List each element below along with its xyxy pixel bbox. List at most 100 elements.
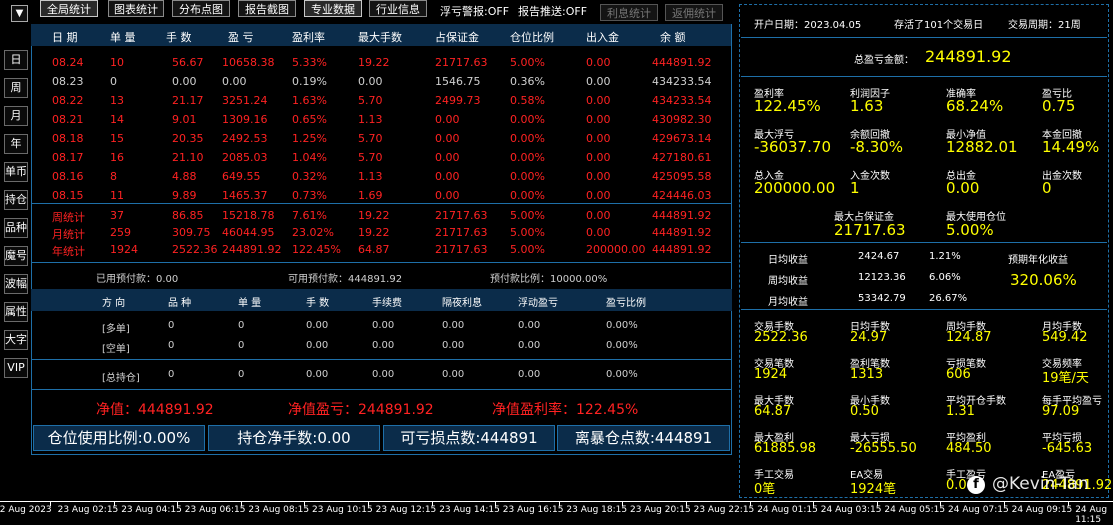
summary-cell: 200000.00 [586, 243, 646, 256]
divider [31, 262, 732, 263]
report-push-toggle[interactable]: 报告推送:OFF [518, 3, 587, 19]
table-cell: 444891.92 [652, 56, 712, 69]
summary-cell: 21717.63 [435, 209, 488, 222]
rebate-stats-button[interactable]: 返佣统计 [665, 4, 723, 21]
time-axis-label: 24 Aug 05:15 [884, 505, 946, 515]
table-cell: 1309.16 [222, 113, 268, 126]
table-cell: 19.22 [358, 56, 390, 69]
col-header-pnl: 盈 亏 [228, 31, 254, 44]
positions-cell: 0.00 [518, 369, 541, 380]
time-axis-tick [495, 502, 497, 506]
table-cell: 0.00 [586, 170, 611, 183]
summary-cell: 46044.95 [222, 226, 275, 239]
industry-info-button[interactable]: 行业信息 [369, 0, 427, 17]
summary-cell: 444891.92 [652, 209, 712, 222]
summary-cell: 月统计 [52, 228, 85, 241]
dropdown-button[interactable]: ▼ [11, 5, 28, 22]
table-cell: 1.13 [358, 113, 383, 126]
table-cell: 649.55 [222, 170, 261, 183]
table-cell: 08.17 [52, 151, 84, 164]
max-margin-value: 21717.63 [834, 221, 906, 239]
report-screenshot-button[interactable]: 报告截图 [238, 0, 296, 17]
divider [741, 242, 1107, 243]
table-cell: 424446.03 [652, 189, 712, 202]
time-axis-label: 24 Aug 03:15 [820, 505, 882, 515]
stat-value: 97.09 [1042, 404, 1080, 419]
distribution-chart-button[interactable]: 分布点图 [172, 0, 230, 17]
positions-header: 浮动盈亏 [518, 298, 558, 309]
sidebar-item-year[interactable]: 年 [4, 134, 28, 154]
time-axis-label: 23 Aug 06:15 [184, 505, 246, 515]
table-cell: 16 [110, 151, 124, 164]
sidebar-item-week[interactable]: 周 [4, 78, 28, 98]
sidebar-item-attribute[interactable]: 属性 [4, 302, 28, 322]
table-cell: 08.21 [52, 113, 84, 126]
table-cell: 0.00% [510, 132, 545, 145]
pro-data-button[interactable]: 专业数据 [304, 0, 362, 17]
table-cell: 1.13 [358, 170, 383, 183]
summary-cell: 周统计 [52, 211, 85, 224]
table-cell: 0.00 [435, 113, 460, 126]
sidebar-item-large-font[interactable]: 大字 [4, 330, 28, 350]
col-header-orders: 单 量 [110, 31, 136, 44]
table-cell: 0.00% [510, 151, 545, 164]
sidebar-item-month[interactable]: 月 [4, 106, 28, 126]
table-cell: 3251.24 [222, 94, 268, 107]
stat-value: -26555.50 [850, 441, 917, 456]
positions-cell: 0.00% [606, 369, 638, 380]
sidebar-item-amplitude[interactable]: 波幅 [4, 274, 28, 294]
sidebar-item-holdings[interactable]: 持仓 [4, 190, 28, 210]
stat-value: 0笔 [754, 482, 776, 497]
avg-pct: 6.06% [929, 272, 961, 283]
positions-cell: 0.00 [442, 369, 465, 380]
time-axis-label: 23 Aug 10:15 [312, 505, 373, 515]
stat-value: 1 [850, 179, 860, 197]
chart-stats-button[interactable]: 图表统计 [108, 0, 164, 17]
avg-pct: 1.21% [929, 251, 961, 262]
positions-cell: 0 [238, 320, 245, 331]
summary-cell: 19.22 [358, 226, 390, 239]
table-cell: 0.73% [292, 189, 327, 202]
stat-value: 124.87 [946, 330, 992, 345]
table-cell: 430982.30 [652, 113, 712, 126]
table-cell: 427180.61 [652, 151, 712, 164]
time-axis-label: 23 Aug 22:15 [693, 505, 755, 515]
positions-header: 方 向 [102, 298, 126, 309]
time-axis-label: 22 Aug 2023 [0, 505, 52, 515]
caret-down-icon: ▼ [15, 8, 24, 19]
table-cell: 08.18 [52, 132, 84, 145]
table-cell: 1.69 [358, 189, 383, 202]
summary-cell: 7.61% [292, 209, 327, 222]
table-cell: 0.00 [435, 189, 460, 202]
stat-value: 1924 [754, 367, 788, 382]
stat-value: 1313 [850, 367, 884, 382]
table-cell: 429673.14 [652, 132, 712, 145]
summary-cell: 15218.78 [222, 209, 275, 222]
sidebar-item-vip[interactable]: VIP [4, 358, 28, 378]
col-header-margin: 占保证金 [435, 31, 479, 44]
sidebar-item-magic[interactable]: 魔号 [4, 246, 28, 266]
time-axis-label: 23 Aug 18:15 [566, 505, 628, 515]
interest-stats-button[interactable]: 利息统计 [600, 4, 658, 21]
summary-cell: 21717.63 [435, 243, 488, 256]
stat-value: 0.75 [1042, 97, 1076, 115]
summary-cell: 259 [110, 226, 131, 239]
table-cell: 20.35 [172, 132, 204, 145]
divider [741, 309, 1107, 310]
table-cell: 0.32% [292, 170, 327, 183]
sidebar-item-symbol[interactable]: 品种 [4, 218, 28, 238]
positions-header: 单 量 [238, 298, 262, 309]
time-axis-tick [749, 502, 751, 506]
time-axis-label: 24 Aug 11:15 [1075, 505, 1108, 525]
positions-cell: 0.00 [442, 340, 465, 351]
margin-call-points-box: 离暴仓点数:444891 [557, 425, 730, 451]
table-cell: 0.00 [586, 75, 611, 88]
global-stats-button[interactable]: 全局统计 [40, 0, 98, 17]
sidebar-item-day[interactable]: 日 [4, 50, 28, 70]
sidebar-item-single-currency[interactable]: 单币 [4, 162, 28, 182]
float-loss-alert-toggle[interactable]: 浮亏警报:OFF [440, 3, 509, 19]
loss-points-box: 可亏损点数:444891 [383, 425, 555, 451]
stat-value: 1924笔 [850, 482, 897, 497]
table-cell: 0.00 [586, 151, 611, 164]
table-cell: 0.58% [510, 94, 545, 107]
